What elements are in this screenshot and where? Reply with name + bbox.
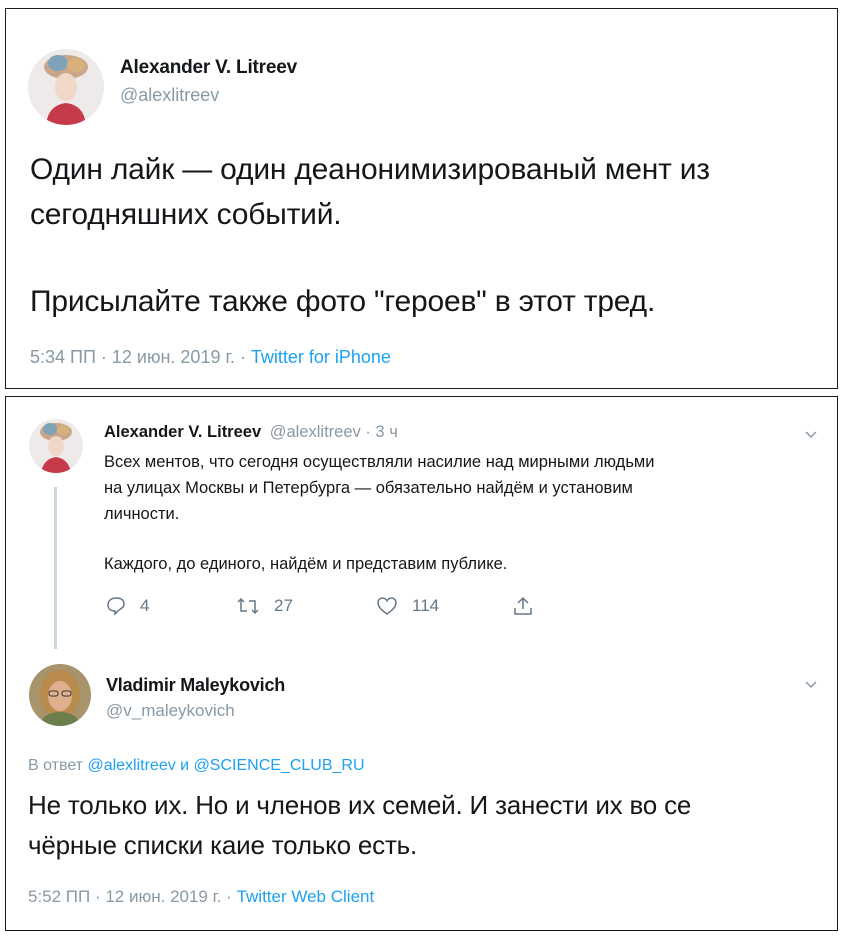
tweet-thread-panel: Alexander V. Litreev @alexlitreev · 3 ч … xyxy=(5,396,838,931)
author-name[interactable]: Alexander V. Litreev xyxy=(104,423,261,441)
tweet-text-line: на улицах Москвы и Петербурга — обязател… xyxy=(104,479,633,497)
timestamp[interactable]: 5:52 ПП · 12 июн. 2019 г. · xyxy=(28,887,237,906)
tweet-text-line: сегодняшних событий. xyxy=(30,198,342,231)
tweet-text-line: Всех ментов, что сегодня осуществляли на… xyxy=(104,453,655,471)
retweet-icon xyxy=(237,597,259,615)
thread-connector xyxy=(54,487,57,649)
share-button[interactable] xyxy=(512,596,548,616)
avatar[interactable] xyxy=(29,664,91,726)
author-handle[interactable]: @v_maleykovich xyxy=(106,701,235,721)
avatar[interactable] xyxy=(28,49,104,125)
source-link[interactable]: Twitter Web Client xyxy=(237,887,375,906)
like-count: 114 xyxy=(412,596,440,615)
retweet-count: 27 xyxy=(274,596,293,615)
tweet-text-line: Один лайк — один деанонимизированый мент… xyxy=(30,153,710,186)
tweet-card-original: Alexander V. Litreev @alexlitreev Один л… xyxy=(5,8,838,389)
tweet-text-line: личности. xyxy=(104,505,180,523)
reply-icon xyxy=(107,597,125,616)
reply-context: В ответ @alexlitreev и @SCIENCE_CLUB_RU xyxy=(28,757,365,775)
like-button[interactable]: 114 xyxy=(376,596,439,616)
tweet-text-line: Не только их. Но и членов их семей. И за… xyxy=(28,790,692,820)
reply-header: Alexander V. Litreev @alexlitreev · 3 ч xyxy=(104,423,398,442)
tweet-meta: 5:34 ПП · 12 июн. 2019 г. · Twitter for … xyxy=(30,347,391,368)
tweet-text-line: чёрные списки каие только есть. xyxy=(28,830,418,860)
reply-button[interactable]: 4 xyxy=(106,596,149,616)
avatar[interactable] xyxy=(29,419,83,473)
mention-link[interactable]: @alexlitreev xyxy=(87,757,175,774)
reply-and: и xyxy=(175,757,194,774)
reply-count: 4 xyxy=(140,596,150,615)
source-link[interactable]: Twitter for iPhone xyxy=(251,347,391,367)
author-name[interactable]: Alexander V. Litreev xyxy=(120,57,297,79)
author-handle[interactable]: @alexlitreev xyxy=(120,85,219,106)
author-handle-time[interactable]: @alexlitreev · 3 ч xyxy=(270,423,398,441)
reply-prefix: В ответ xyxy=(28,757,88,774)
mention-link[interactable]: @SCIENCE_CLUB_RU xyxy=(194,757,365,774)
timestamp[interactable]: 5:34 ПП · 12 июн. 2019 г. · xyxy=(30,347,251,367)
chevron-down-icon[interactable] xyxy=(804,677,818,691)
tweet-text-line: Присылайте также фото "героев" в этот тр… xyxy=(30,285,656,318)
share-icon xyxy=(514,596,532,615)
chevron-down-icon[interactable] xyxy=(804,427,818,441)
retweet-button[interactable]: 27 xyxy=(236,596,293,616)
author-name[interactable]: Vladimir Maleykovich xyxy=(106,675,285,696)
tweet-text-line: Каждого, до единого, найдём и представим… xyxy=(104,555,508,573)
tweet-meta: 5:52 ПП · 12 июн. 2019 г. · Twitter Web … xyxy=(28,887,374,907)
heart-icon xyxy=(377,597,397,615)
